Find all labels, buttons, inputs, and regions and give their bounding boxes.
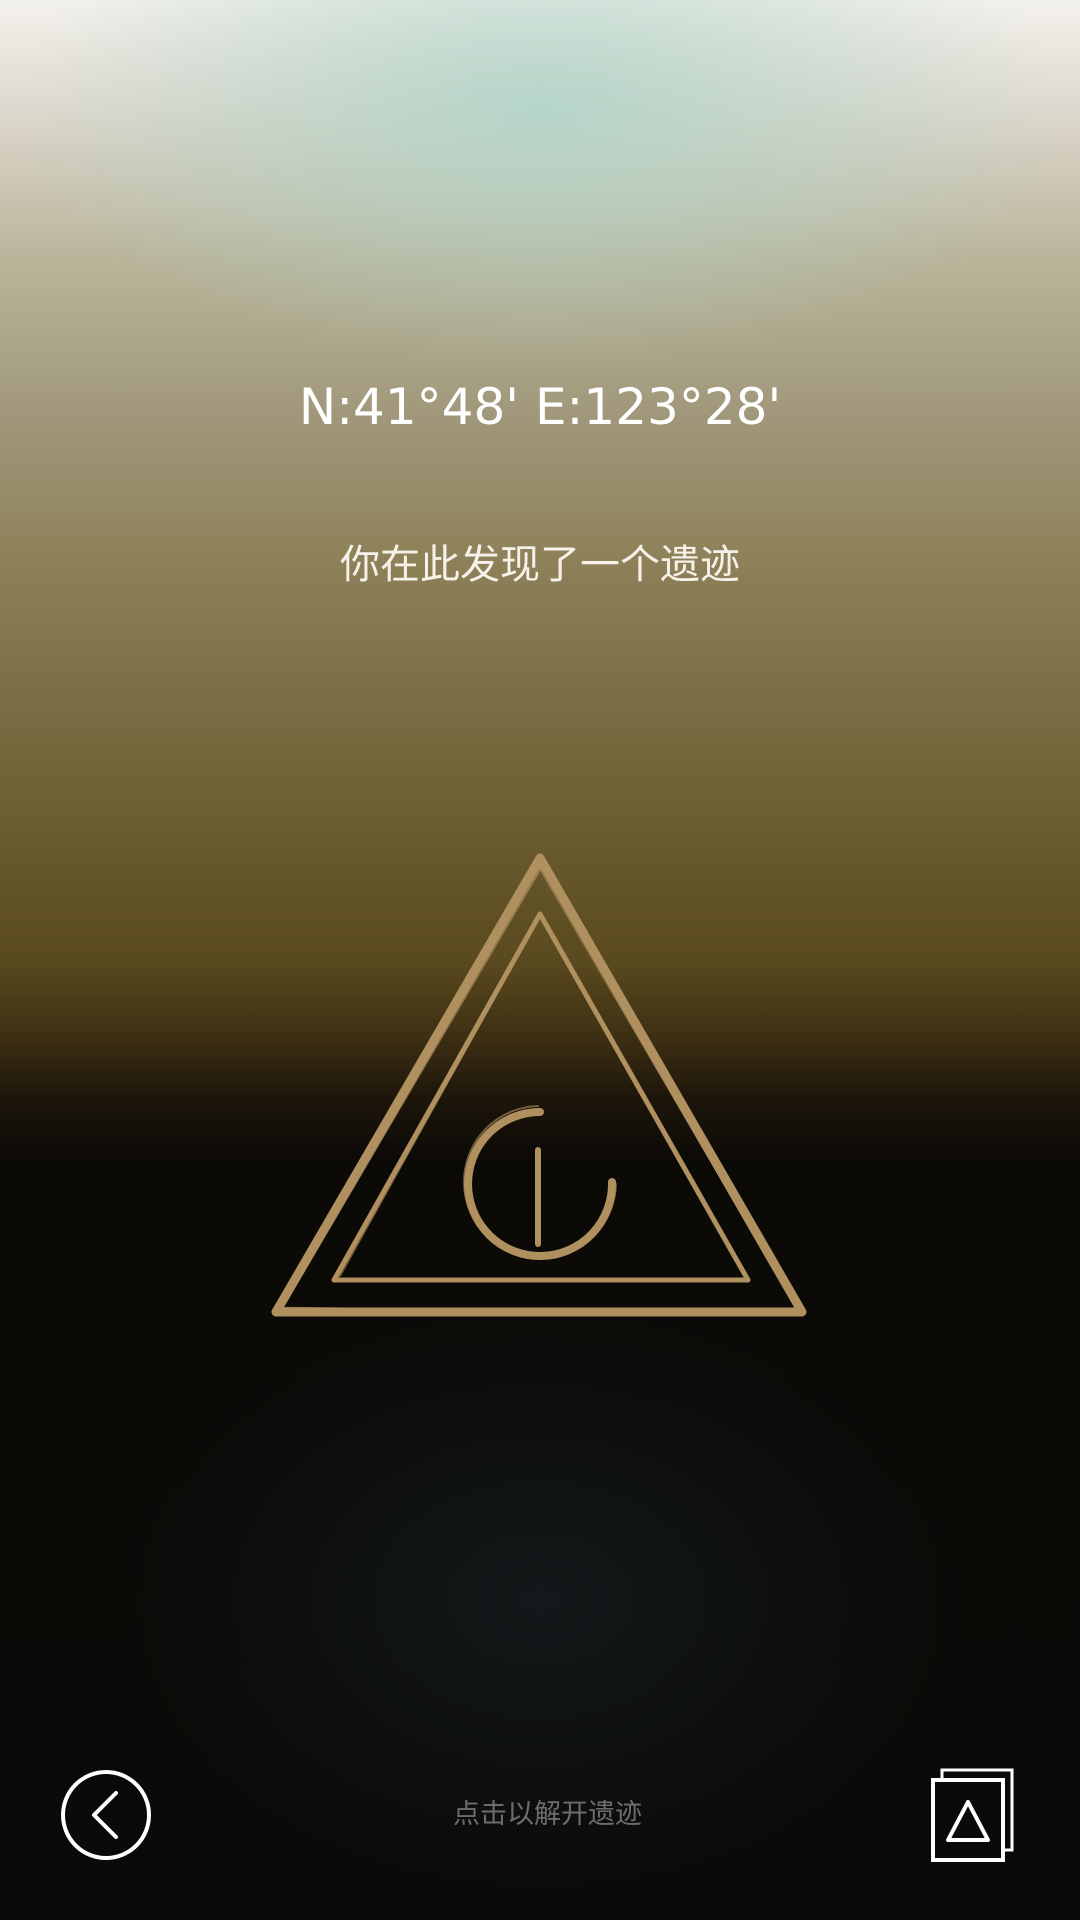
discovery-message: 你在此发现了一个遗迹: [340, 542, 740, 588]
relic-discovery-screen: N:41°48' E:123°28' 你在此发现了一个遗迹 点击以解开遗迹: [0, 0, 1080, 1920]
coordinates-label: N:41°48' E:123°28': [298, 378, 782, 436]
relic-collection-icon: [931, 1768, 1014, 1862]
triangle-eye-relic-icon[interactable]: [268, 848, 812, 1328]
relic-collection-button[interactable]: [930, 1766, 1016, 1862]
unlock-hint[interactable]: 点击以解开遗迹: [0, 1792, 1080, 1831]
